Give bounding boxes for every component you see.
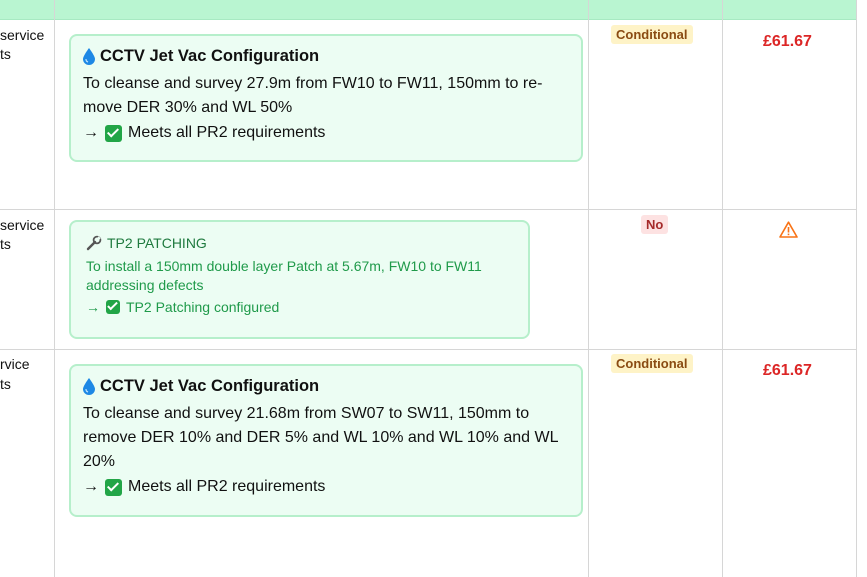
row-cut-text: ts: [0, 376, 11, 392]
row-cut-text: rvice: [0, 356, 30, 372]
status-badge: No: [641, 215, 669, 234]
arrow-icon: →: [83, 478, 99, 495]
requirement-line: → TP2 Patching configured: [86, 299, 513, 315]
column-divider: [588, 0, 589, 577]
card-title: CCTV Jet Vac Configuration: [83, 377, 569, 396]
row-cut-text: service: [0, 27, 45, 43]
cctv-jet-vac-card[interactable]: CCTV Jet Vac Configuration To cleanse an…: [69, 364, 583, 517]
price-value: £61.67: [763, 33, 812, 50]
wrench-icon: [86, 235, 102, 251]
cctv-jet-vac-card[interactable]: CCTV Jet Vac Configuration To cleanse an…: [69, 34, 583, 162]
requirement-label: Meets all PR2 requirements: [128, 124, 326, 141]
water-drop-icon: [83, 378, 95, 395]
arrow-icon: →: [86, 299, 100, 315]
check-icon: [106, 300, 120, 314]
card-title-label: TP2 PATCHING: [107, 235, 207, 251]
check-icon: [105, 478, 122, 496]
card-description: To cleanse and survey 21.68m from SW07 t…: [83, 405, 558, 470]
check-icon: [105, 124, 122, 142]
card-title: TP2 PATCHING: [86, 235, 513, 251]
row-divider: [0, 209, 857, 210]
row-cut-text: ts: [0, 236, 11, 252]
requirement-line: → Meets all PR2 requirements: [83, 124, 569, 142]
row-cut-text: service: [0, 217, 45, 233]
water-drop-icon: [83, 48, 95, 65]
card-title-label: CCTV Jet Vac Configuration: [100, 47, 320, 65]
column-divider: [54, 0, 55, 577]
card-description: To install a 150mm double layer Patch at…: [86, 258, 482, 293]
table-header-row: [0, 0, 857, 20]
arrow-icon: →: [83, 124, 99, 141]
card-title: CCTV Jet Vac Configuration: [83, 47, 569, 66]
requirement-line: → Meets all PR2 requirements: [83, 478, 569, 496]
requirement-label: Meets all PR2 requirements: [128, 478, 326, 495]
column-divider: [722, 0, 723, 577]
status-badge: Conditional: [611, 354, 693, 373]
card-description: To cleanse and survey 27.9m from FW10 to…: [83, 75, 543, 116]
card-title-label: CCTV Jet Vac Configuration: [100, 377, 320, 395]
row-cut-text: ts: [0, 46, 11, 62]
price-value: £61.67: [763, 362, 812, 379]
warning-triangle-icon: [779, 221, 798, 238]
tp2-patching-card[interactable]: TP2 PATCHING To install a 150mm double l…: [69, 220, 530, 339]
requirement-label: TP2 Patching configured: [126, 299, 280, 315]
column-divider: [856, 0, 857, 577]
status-badge: Conditional: [611, 25, 693, 44]
row-divider: [0, 349, 857, 350]
